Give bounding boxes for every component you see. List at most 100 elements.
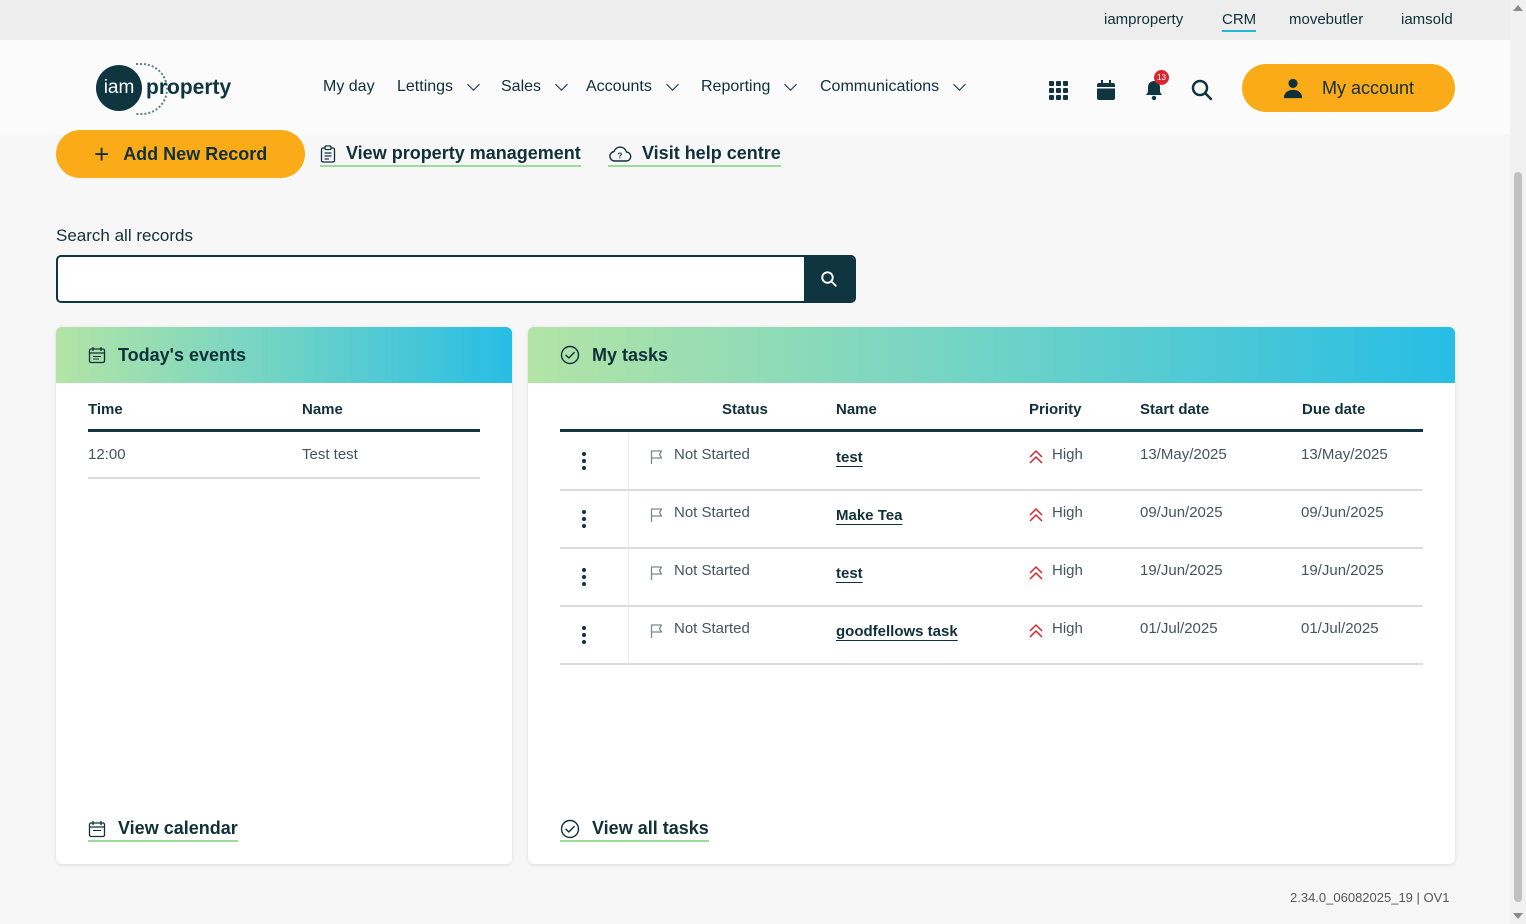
task-priority: High [1052, 504, 1083, 521]
todays-events-header: Today's events [56, 327, 512, 383]
column-header-start-date: Start date [1140, 401, 1210, 418]
nav-label: Lettings [397, 78, 454, 95]
task-start-date: 01/Jul/2025 [1140, 620, 1218, 637]
search-input[interactable] [58, 257, 806, 301]
check-circle-icon [560, 345, 580, 365]
task-due-date: 13/May/2025 [1301, 446, 1388, 463]
todays-events-title: Today's events [118, 344, 246, 365]
priority-high-icon [1029, 450, 1043, 464]
cloud-help-icon: ? [609, 145, 632, 162]
task-actions-menu-icon[interactable] [581, 510, 587, 528]
calendar-icon [88, 347, 106, 364]
column-header-status: Status [722, 401, 768, 418]
visit-help-centre-link[interactable]: ? Visit help centre [608, 143, 781, 167]
task-priority: High [1052, 562, 1083, 579]
apps-grid-icon[interactable] [1046, 78, 1070, 102]
column-separator [628, 491, 629, 549]
task-name-link[interactable]: test [836, 565, 863, 582]
view-property-management-link[interactable]: View property management [320, 143, 581, 167]
search-icon[interactable] [1190, 78, 1214, 102]
nav-label: Communications [820, 78, 940, 95]
view-all-tasks-link[interactable]: View all tasks [560, 818, 709, 842]
priority-high-icon [1029, 566, 1043, 580]
search-button[interactable] [804, 257, 854, 301]
my-tasks-card: My tasks Status Name Priority Start date… [528, 327, 1455, 864]
chevron-down-icon [555, 78, 568, 91]
view-property-management-label: View property management [346, 143, 581, 163]
plus-icon: + [94, 139, 110, 169]
column-separator [628, 607, 629, 663]
column-separator [628, 433, 629, 491]
todays-events-card: Today's events Time Name 12:00 Test test… [56, 327, 512, 864]
priority-high-icon [1029, 508, 1043, 522]
scroll-up-arrow-icon[interactable] [1513, 5, 1523, 11]
event-name: Test test [302, 446, 358, 463]
task-actions-menu-icon[interactable] [581, 568, 587, 586]
logo-text: property [146, 76, 232, 99]
nav-lettings[interactable]: Lettings [397, 78, 480, 96]
table-header-divider [88, 429, 480, 432]
task-name-link[interactable]: Make Tea [836, 507, 902, 524]
column-separator [628, 549, 629, 607]
row-divider [88, 477, 480, 479]
flag-icon [650, 450, 663, 464]
nav-accounts[interactable]: Accounts [586, 78, 679, 96]
page-scrollbar[interactable] [1510, 0, 1526, 924]
task-priority: High [1052, 620, 1083, 637]
event-time: 12:00 [88, 446, 126, 463]
task-actions-menu-icon[interactable] [581, 452, 587, 470]
row-divider [560, 663, 1423, 665]
column-header-name: Name [836, 401, 877, 418]
brand-link-iamsold[interactable]: iamsold [1401, 11, 1453, 28]
task-actions-menu-icon[interactable] [581, 626, 587, 644]
iamproperty-logo[interactable]: iam property [96, 63, 232, 115]
task-status: Not Started [674, 504, 750, 521]
chevron-down-icon [467, 78, 480, 91]
add-new-record-button[interactable]: + Add New Record [56, 130, 305, 178]
task-start-date: 09/Jun/2025 [1140, 504, 1223, 521]
scroll-down-arrow-icon[interactable] [1513, 913, 1523, 919]
column-header-due-date: Due date [1302, 401, 1366, 418]
nav-my-day[interactable]: My day [323, 78, 375, 96]
check-circle-icon [560, 819, 580, 838]
column-header-priority: Priority [1029, 401, 1082, 418]
table-header-divider [560, 429, 1423, 432]
task-name-link[interactable]: test [836, 449, 863, 466]
nav-label: My day [323, 78, 375, 95]
logo-circle: iam [96, 63, 168, 115]
row-divider [560, 605, 1423, 607]
brand-link-movebutler[interactable]: movebutler [1289, 11, 1363, 28]
column-header-name: Name [302, 401, 343, 418]
task-status: Not Started [674, 562, 750, 579]
chevron-down-icon [953, 78, 967, 91]
task-name-link[interactable]: goodfellows task [836, 623, 958, 640]
nav-label: Sales [501, 78, 542, 95]
nav-communications[interactable]: Communications [820, 78, 967, 96]
view-calendar-link[interactable]: View calendar [88, 818, 238, 842]
clipboard-icon [320, 144, 336, 163]
add-new-record-label: Add New Record [123, 143, 268, 164]
nav-reporting[interactable]: Reporting [701, 78, 798, 96]
scrollbar-thumb[interactable] [1514, 172, 1522, 902]
nav-sales[interactable]: Sales [501, 78, 568, 96]
row-divider [560, 489, 1423, 491]
calendar-icon[interactable] [1094, 78, 1118, 102]
task-status: Not Started [674, 446, 750, 463]
search-icon [821, 271, 837, 287]
task-due-date: 01/Jul/2025 [1301, 620, 1379, 637]
version-label: 2.34.0_06082025_19 | OV1 [1290, 890, 1450, 905]
svg-text:?: ? [618, 151, 623, 160]
brand-link-iamproperty[interactable]: iamproperty [1104, 11, 1183, 28]
search-label: Search all records [56, 226, 194, 245]
my-account-button[interactable]: My account [1242, 64, 1455, 112]
brand-link-crm[interactable]: CRM [1222, 11, 1257, 32]
flag-icon [650, 624, 663, 638]
main-header: iam property My day Lettings Sales Accou… [0, 40, 1510, 134]
column-header-time: Time [88, 401, 123, 418]
task-due-date: 09/Jun/2025 [1301, 504, 1384, 521]
my-tasks-title: My tasks [592, 344, 669, 365]
search-box [56, 255, 856, 303]
task-status: Not Started [674, 620, 750, 637]
view-all-tasks-label: View all tasks [592, 818, 709, 838]
nav-label: Reporting [701, 78, 771, 95]
